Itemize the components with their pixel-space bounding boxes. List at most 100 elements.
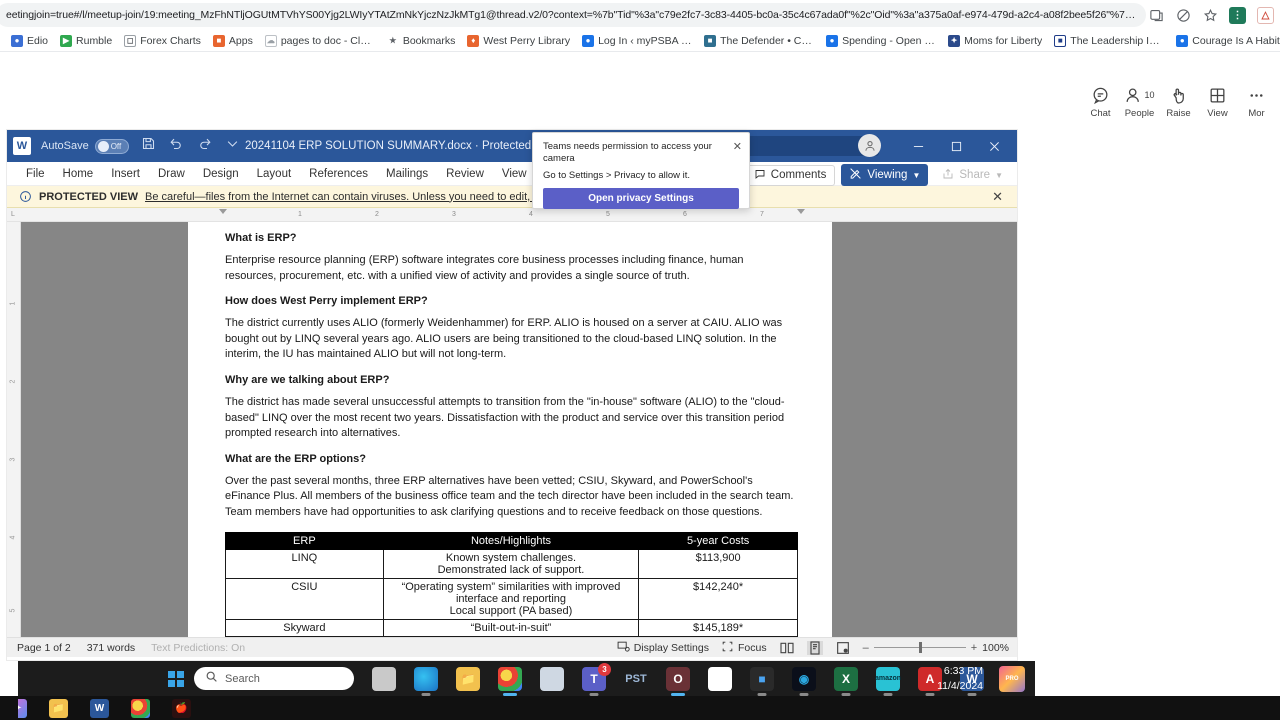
bookmark-item[interactable]: ● Log In ‹ myPSBA —... (577, 33, 697, 49)
taskbar-app-icons: 📁 T3 PST O ■ ◉ X amazon A W (372, 662, 984, 696)
bookmark-item[interactable]: ■ The Leadership Insti... (1049, 33, 1169, 49)
defender-icon: ■ (704, 34, 717, 47)
tab-view[interactable]: View (493, 165, 536, 183)
raise-hand-icon (1169, 84, 1188, 106)
edge-icon[interactable] (414, 666, 438, 696)
outlook-icon[interactable]: O (666, 666, 690, 696)
autosave-toggle[interactable]: Off (94, 138, 129, 154)
start-button-icon[interactable] (168, 670, 184, 687)
tab-design[interactable]: Design (194, 165, 248, 183)
ribbon-right-group: Comments Viewing ▼ Share ▼ (744, 164, 1011, 186)
bookmark-item[interactable]: ■ Apps (208, 33, 258, 49)
zoom-control[interactable]: – + 100% (863, 642, 1009, 654)
bookmark-item[interactable]: ● Edio (6, 33, 53, 49)
bookmark-item[interactable]: ■ The Defender • Chil... (699, 33, 819, 49)
focus-button[interactable]: Focus (721, 640, 767, 656)
file-explorer-icon[interactable]: 📁 (49, 698, 68, 718)
address-bar[interactable]: eetingjoin=true#/l/meetup-join/19:meetin… (0, 3, 1146, 27)
pst-icon[interactable]: PST (624, 667, 648, 691)
bookmark-item[interactable]: ◻ Forex Charts (119, 33, 206, 49)
ruler-number: 7 (760, 211, 764, 218)
display-settings-button[interactable]: Display Settings (617, 640, 709, 656)
comments-button[interactable]: Comments (744, 164, 836, 186)
viewing-mode-button[interactable]: Viewing ▼ (841, 164, 929, 186)
tab-references[interactable]: References (300, 165, 377, 183)
horizontal-ruler[interactable]: L 1 2 3 4 5 6 7 (7, 208, 1017, 222)
page-indicator[interactable]: Page 1 of 2 (17, 642, 71, 654)
close-button[interactable] (975, 130, 1013, 162)
word-icon[interactable]: W (90, 698, 109, 718)
bookmark-item[interactable]: ✦ Moms for Liberty (943, 33, 1047, 49)
minimize-button[interactable] (899, 130, 937, 162)
qat-chevron-down-icon[interactable] (225, 136, 240, 156)
chrome-icon[interactable] (498, 666, 522, 696)
web-layout-button[interactable] (835, 641, 851, 655)
bookmark-item[interactable]: ☁ pages to doc - Clou... (260, 33, 380, 49)
bookmark-item[interactable]: ● Courage Is A Habit (1171, 33, 1280, 49)
teams-chat-button[interactable]: Chat (1081, 84, 1120, 119)
tab-insert[interactable]: Insert (102, 165, 149, 183)
tab-draw[interactable]: Draw (149, 165, 194, 183)
chrome-window-icon[interactable] (708, 666, 732, 691)
vruler-tick: 4 (9, 535, 17, 540)
teams-people-button[interactable]: 10 People (1120, 84, 1159, 119)
word-count[interactable]: 371 words (87, 642, 135, 654)
running-indicator (883, 693, 893, 696)
undo-icon[interactable] (169, 136, 184, 156)
bookmark-item[interactable]: ● Spending - Open P... (821, 33, 941, 49)
protected-view-close-icon[interactable]: ✕ (992, 189, 1003, 205)
apple-icon[interactable]: 🍎 (172, 698, 191, 718)
chrome-icon[interactable] (131, 698, 150, 718)
ruler-right-indent-marker[interactable] (797, 209, 805, 214)
teams-icon[interactable]: T3 (582, 662, 611, 696)
ruler-number: 6 (683, 211, 687, 218)
bookmark-item[interactable]: ♦ West Perry Library (462, 33, 575, 49)
zoom-out-button[interactable]: – (863, 642, 869, 654)
extension-blue-icon[interactable]: ⋮ (1229, 6, 1246, 24)
tab-mailings[interactable]: Mailings (377, 165, 437, 183)
zoom-level-label[interactable]: 100% (982, 642, 1009, 654)
document-page[interactable]: What is ERP? Enterprise resource plannin… (188, 222, 832, 637)
read-mode-button[interactable] (779, 641, 795, 655)
close-icon[interactable]: ✕ (733, 140, 742, 153)
column-header-erp: ERP (225, 531, 384, 550)
amazon-music-icon[interactable]: amazon (875, 666, 901, 696)
document-canvas[interactable]: 1 2 3 4 5 What is ERP? Enterprise resour… (7, 222, 1017, 637)
blue-dot-app-icon[interactable]: ■ (750, 666, 774, 696)
teams-more-button[interactable]: Mor (1237, 84, 1276, 119)
tab-layout[interactable]: Layout (248, 165, 301, 183)
webex-icon[interactable]: ◉ (792, 666, 816, 696)
teams-view-button[interactable]: View (1198, 84, 1237, 119)
powerpoint-pro-icon[interactable]: PRO (999, 665, 1025, 692)
taskbar-clock[interactable]: 6:33 PM 11/4/2024 (937, 664, 983, 692)
redo-icon[interactable] (197, 136, 212, 156)
excel-icon[interactable]: X (834, 666, 858, 696)
install-app-icon[interactable] (1148, 7, 1164, 23)
copilot-icon[interactable] (540, 666, 564, 691)
teams-raise-button[interactable]: Raise (1159, 84, 1198, 119)
file-explorer-icon[interactable]: 📁 (456, 666, 480, 691)
tab-file[interactable]: File (17, 165, 54, 183)
bookmark-star-icon[interactable] (1202, 7, 1218, 23)
mute-tab-icon[interactable] (1175, 7, 1191, 23)
task-view-icon[interactable] (372, 666, 396, 691)
zoom-slider-thumb[interactable] (918, 642, 922, 653)
maximize-button[interactable] (937, 130, 975, 162)
rumble-icon: ▶ (60, 34, 73, 47)
word-status-bar: Page 1 of 2 371 words Text Predictions: … (7, 637, 1017, 657)
bookmark-item[interactable]: ★ Bookmarks (382, 33, 461, 49)
open-privacy-settings-button[interactable]: Open privacy Settings (543, 187, 739, 209)
print-layout-button[interactable] (806, 640, 823, 655)
extension-red-shield-icon[interactable]: △ (1257, 6, 1274, 24)
taskbar-search-input[interactable]: Search (194, 667, 354, 690)
avatar[interactable] (858, 134, 881, 157)
bookmark-item[interactable]: ▶ Rumble (55, 33, 117, 49)
save-icon[interactable] (141, 136, 156, 156)
tab-home[interactable]: Home (54, 165, 103, 183)
zoom-in-button[interactable]: + (971, 642, 977, 654)
ruler-indent-marker[interactable] (219, 209, 227, 214)
share-button[interactable]: Share ▼ (934, 165, 1011, 186)
tab-review[interactable]: Review (437, 165, 493, 183)
zoom-slider[interactable] (873, 642, 966, 654)
moms-icon: ✦ (948, 34, 961, 47)
